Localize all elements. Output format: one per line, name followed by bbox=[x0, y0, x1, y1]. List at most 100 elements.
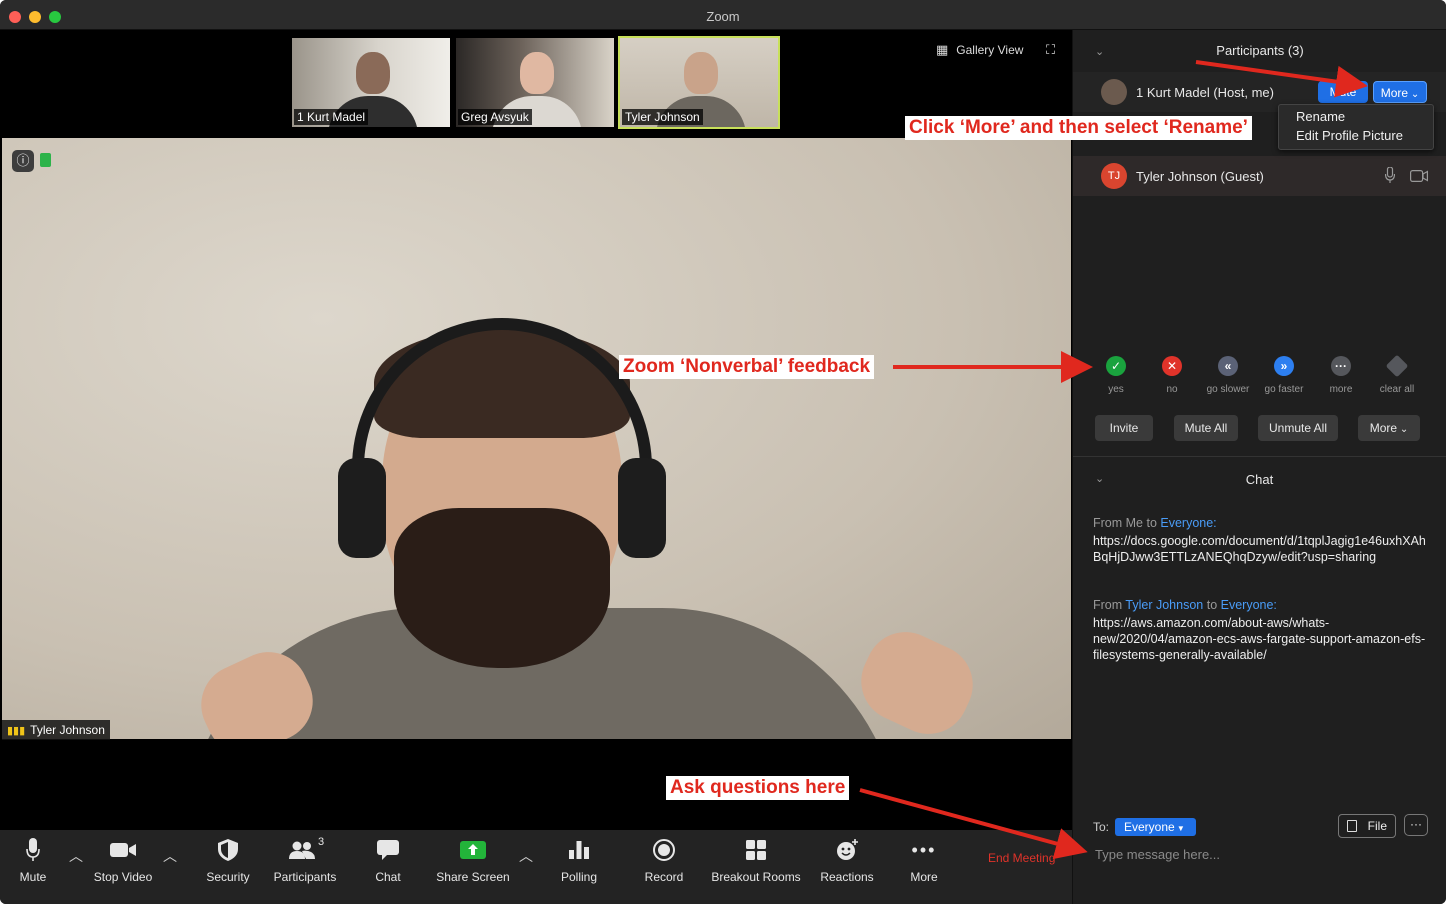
share-screen-button[interactable]: Share Screen bbox=[432, 836, 514, 884]
chat-button[interactable]: Chat bbox=[364, 836, 412, 884]
more-label: More bbox=[910, 870, 938, 884]
avatar: TJ bbox=[1101, 163, 1127, 189]
feedback-label: yes bbox=[1108, 384, 1124, 395]
participant-more-label: More bbox=[1380, 86, 1409, 100]
caret-down-icon: ▼ bbox=[1174, 824, 1185, 833]
participants-more-label: More bbox=[1369, 421, 1398, 435]
breakout-rooms-label: Breakout Rooms bbox=[711, 870, 801, 884]
chat-recipient-select[interactable]: Everyone ▼ bbox=[1115, 818, 1196, 836]
breakout-rooms-button[interactable]: Breakout Rooms bbox=[708, 836, 804, 884]
feedback-clear-all[interactable]: clear all bbox=[1369, 354, 1425, 395]
stop-video-label: Stop Video bbox=[93, 870, 153, 884]
share-options-chevron-up-icon[interactable]: ︿ bbox=[519, 846, 533, 866]
mute-all-button[interactable]: Mute All bbox=[1174, 415, 1238, 441]
microphone-icon bbox=[8, 836, 58, 864]
menu-item-rename[interactable]: Rename bbox=[1296, 109, 1345, 124]
more-button[interactable]: ••• More bbox=[900, 836, 948, 885]
participants-icon: 3 bbox=[270, 836, 340, 864]
chat-message-header: From Me to Everyone: bbox=[1093, 516, 1433, 530]
file-button-label: File bbox=[1367, 819, 1387, 833]
record-button[interactable]: Record bbox=[638, 836, 690, 884]
participants-title: Participants (3) bbox=[1216, 43, 1304, 58]
participants-more-button[interactable]: More ⌄ bbox=[1358, 415, 1420, 441]
microphone-muted-icon bbox=[1384, 166, 1396, 188]
participant-more-button[interactable]: More ⌄ bbox=[1373, 81, 1427, 103]
video-camera-icon bbox=[1410, 169, 1428, 187]
feedback-go-faster[interactable]: » go faster bbox=[1256, 356, 1312, 395]
file-icon bbox=[1347, 820, 1357, 832]
feedback-label: go slower bbox=[1206, 384, 1250, 395]
feedback-label: more bbox=[1329, 384, 1353, 395]
thumbnail-strip: 1 Kurt Madel Greg Avsyuk Tyler Johnson bbox=[290, 36, 780, 129]
gallery-view-label: Gallery View bbox=[956, 43, 1024, 57]
participants-button[interactable]: 3 Participants bbox=[270, 836, 340, 884]
participants-label: Participants bbox=[273, 870, 337, 884]
window-title: Zoom bbox=[706, 9, 740, 24]
polling-label: Polling bbox=[560, 870, 598, 884]
chat-message-header: From Tyler Johnson to Everyone: bbox=[1093, 598, 1433, 612]
chevron-down-icon: ⌄ bbox=[1408, 89, 1420, 100]
side-panel: ⌄ Participants (3) 1 Kurt Madel (Host, m… bbox=[1072, 30, 1446, 904]
chat-to-label: To: bbox=[1093, 820, 1110, 834]
chat-message: From Tyler Johnson to Everyone: https://… bbox=[1093, 598, 1433, 663]
chat-from-prefix: From bbox=[1093, 598, 1126, 612]
lock-icon[interactable] bbox=[40, 153, 51, 167]
file-button[interactable]: File bbox=[1338, 814, 1396, 838]
feedback-yes[interactable]: ✓ yes bbox=[1088, 356, 1144, 395]
participant-row-guest[interactable]: TJ Tyler Johnson (Guest) bbox=[1073, 156, 1446, 196]
chat-to-word: to bbox=[1203, 598, 1221, 612]
chat-message-text[interactable]: https://docs.google.com/document/d/1tqpl… bbox=[1093, 533, 1433, 565]
gallery-view-button[interactable]: ▦ Gallery View bbox=[936, 42, 1023, 58]
video-headset-cup-left bbox=[338, 458, 386, 558]
chat-message: From Me to Everyone: https://docs.google… bbox=[1093, 516, 1433, 565]
share-screen-label: Share Screen bbox=[436, 870, 510, 884]
annotation-rename: Click ‘More’ and then select ‘Rename’ bbox=[905, 116, 1252, 140]
mute-label: Mute bbox=[19, 870, 47, 884]
chat-from-prefix: From Me to bbox=[1093, 516, 1161, 530]
participant-name: Tyler Johnson (Guest) bbox=[1136, 169, 1264, 184]
chat-message-input[interactable] bbox=[1085, 843, 1435, 865]
thumbnail-kurt-madel[interactable]: 1 Kurt Madel bbox=[290, 36, 452, 129]
more-dots-icon: ··· bbox=[1331, 356, 1351, 376]
chat-recipient-value: Everyone bbox=[1124, 820, 1175, 834]
stop-video-button[interactable]: Stop Video bbox=[88, 836, 158, 884]
unmute-all-button[interactable]: Unmute All bbox=[1258, 415, 1338, 441]
invite-button[interactable]: Invite bbox=[1095, 415, 1153, 441]
video-options-chevron-up-icon[interactable]: ︿ bbox=[163, 846, 177, 866]
participant-more-menu: Rename Edit Profile Picture bbox=[1278, 104, 1434, 150]
info-icon[interactable]: ⓘ bbox=[12, 150, 34, 172]
security-button[interactable]: Security bbox=[200, 836, 256, 884]
thumbnail-tyler-johnson[interactable]: Tyler Johnson bbox=[618, 36, 780, 129]
chat-more-button[interactable]: ··· bbox=[1404, 814, 1428, 836]
fullscreen-icon[interactable]: ⛶ bbox=[1046, 42, 1060, 57]
polling-button[interactable]: Polling bbox=[554, 836, 604, 884]
shield-icon bbox=[200, 836, 256, 864]
feedback-label: go faster bbox=[1264, 384, 1304, 395]
main-speaker-video bbox=[2, 138, 1071, 739]
audio-options-chevron-up-icon[interactable]: ︿ bbox=[69, 846, 83, 866]
feedback-no[interactable]: ✕ no bbox=[1144, 356, 1200, 395]
participant-name: 1 Kurt Madel (Host, me) bbox=[1136, 85, 1274, 100]
chat-recipient: Everyone: bbox=[1160, 516, 1217, 530]
eraser-icon bbox=[1385, 354, 1409, 378]
thumbnail-name: 1 Kurt Madel bbox=[294, 109, 369, 125]
chat-sender: Tyler Johnson bbox=[1125, 598, 1204, 612]
mute-button[interactable]: Mute bbox=[8, 836, 58, 884]
video-camera-icon bbox=[88, 836, 158, 864]
annotation-questions: Ask questions here bbox=[666, 776, 850, 800]
thumbnail-greg-avsyuk[interactable]: Greg Avsyuk bbox=[454, 36, 616, 129]
chevron-down-icon: ⌄ bbox=[1397, 424, 1409, 435]
menu-item-edit-profile-picture[interactable]: Edit Profile Picture bbox=[1296, 128, 1403, 143]
end-meeting-button[interactable]: End Meeting bbox=[988, 851, 1055, 865]
feedback-go-slower[interactable]: « go slower bbox=[1200, 356, 1256, 395]
chat-message-text[interactable]: https://aws.amazon.com/about-aws/whats-n… bbox=[1093, 615, 1433, 663]
avatar bbox=[1101, 79, 1127, 105]
mute-participant-button[interactable]: Mute bbox=[1318, 81, 1368, 103]
share-screen-icon bbox=[432, 836, 514, 864]
bar-chart-icon bbox=[554, 836, 604, 864]
fast-forward-icon: » bbox=[1274, 356, 1294, 376]
thumbnail-name: Tyler Johnson bbox=[622, 109, 703, 125]
cross-icon: ✕ bbox=[1162, 356, 1182, 376]
reactions-button[interactable]: Reactions bbox=[816, 836, 878, 884]
feedback-more[interactable]: ··· more bbox=[1313, 356, 1369, 395]
